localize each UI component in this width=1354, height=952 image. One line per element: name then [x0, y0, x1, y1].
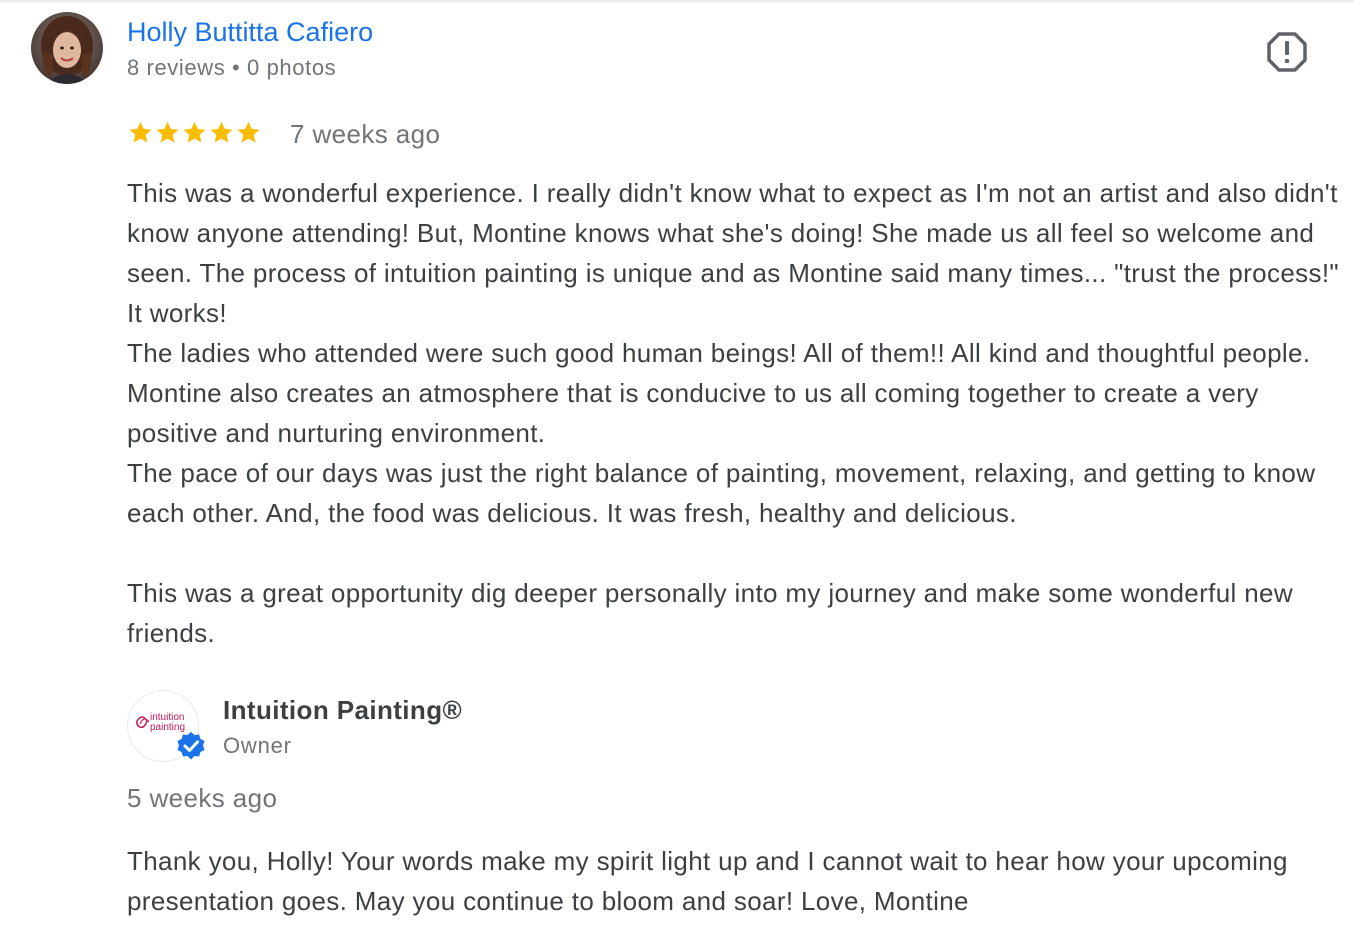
- review-paragraph: This was a wonderful experience. I reall…: [127, 178, 1340, 328]
- reply-timestamp: 5 weeks ago: [127, 783, 278, 813]
- reviewer-avatar[interactable]: [31, 12, 103, 84]
- verified-check-icon: [176, 731, 206, 761]
- review-text: This was a wonderful experience. I reall…: [127, 173, 1342, 653]
- owner-reply-text: Thank you, Holly! Your words make my spi…: [127, 846, 1288, 916]
- review-paragraph: This was a great opportunity dig deeper …: [127, 578, 1293, 648]
- star-icon: [210, 121, 233, 143]
- reviewer-stats: 8 reviews • 0 photos: [127, 55, 337, 80]
- owner-role-label: Owner: [223, 733, 292, 758]
- star-rating: [127, 119, 262, 146]
- review-timestamp: 7 weeks ago: [290, 119, 441, 149]
- star-icon: [183, 121, 206, 143]
- star-icon: [129, 121, 152, 143]
- review-card: Holly Buttitta Cafiero 8 reviews • 0 pho…: [0, 0, 1354, 952]
- review-paragraph: The ladies who attended were such good h…: [127, 338, 1311, 448]
- verified-badge: [175, 730, 207, 762]
- review-paragraph: The pace of our days was just the right …: [127, 458, 1316, 528]
- star-icon: [237, 121, 260, 143]
- report-flag-icon: [1267, 32, 1307, 72]
- star-icon: [156, 121, 179, 143]
- reviewer-name-link[interactable]: Holly Buttitta Cafiero: [127, 14, 373, 50]
- reviewer-photo-avatar: [31, 12, 103, 84]
- owner-name: Intuition Painting®: [223, 695, 463, 725]
- report-review-button[interactable]: [1266, 31, 1308, 73]
